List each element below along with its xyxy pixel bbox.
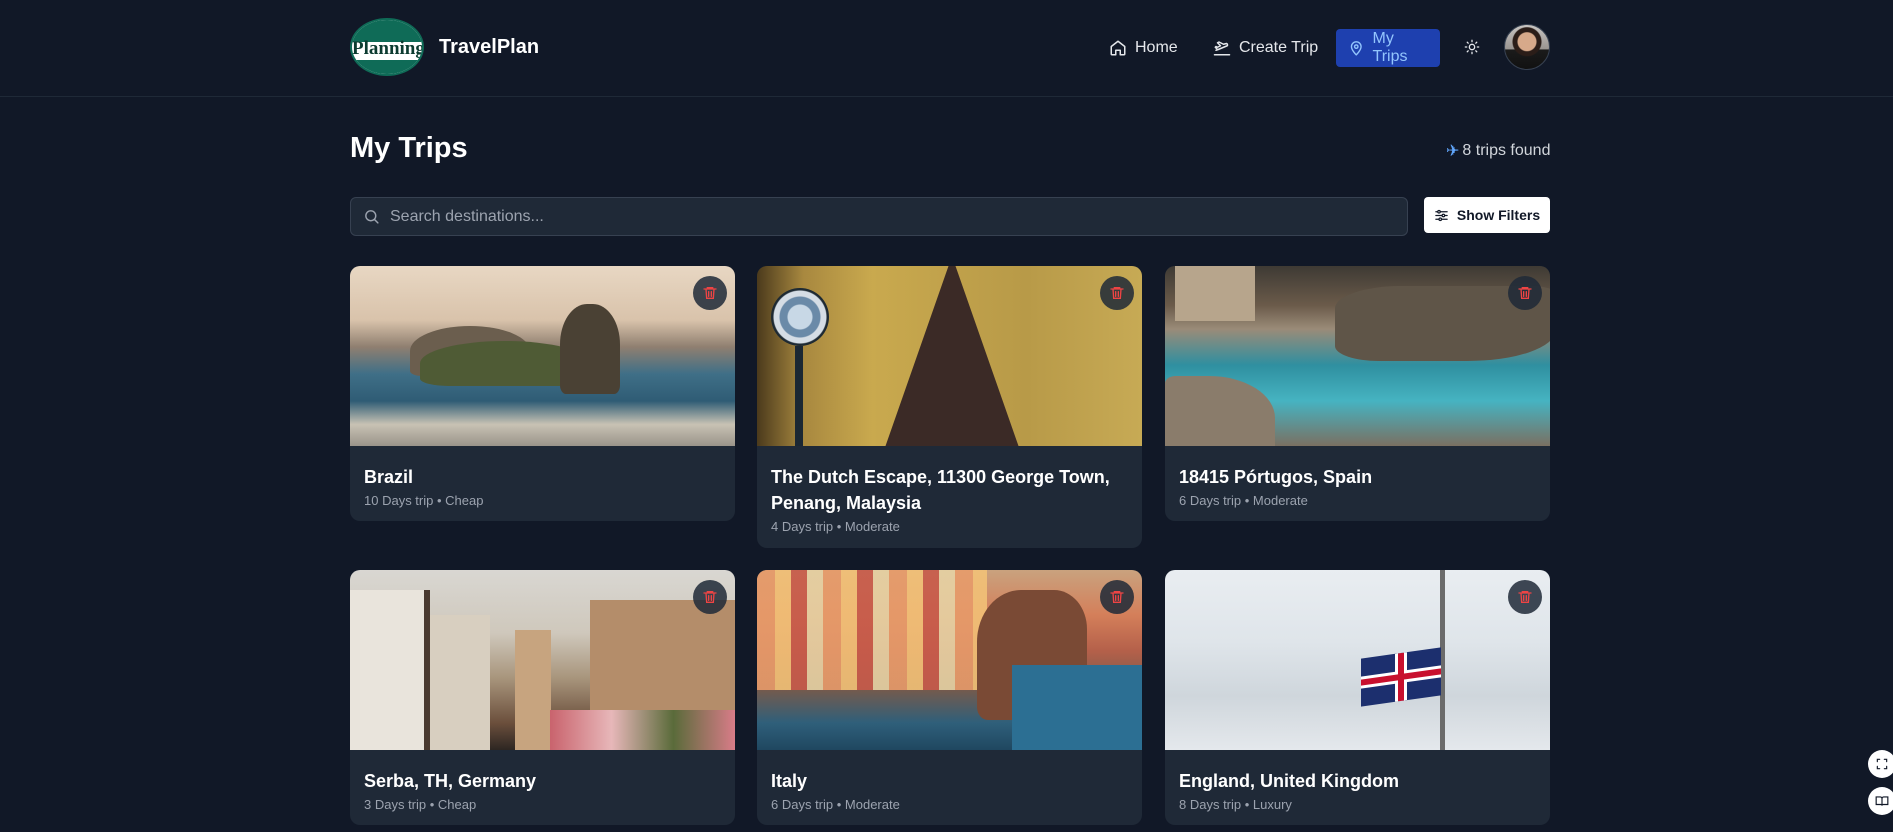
trip-card[interactable]: England, United Kingdom 8 Days trip • Lu… bbox=[1165, 570, 1550, 825]
nav-my-trips[interactable]: My Trips bbox=[1336, 29, 1440, 67]
sun-icon bbox=[1464, 39, 1480, 55]
plane-departure-icon bbox=[1213, 41, 1231, 56]
delete-trip-button[interactable] bbox=[1508, 580, 1542, 614]
trip-photo bbox=[1165, 266, 1550, 446]
planning-logo[interactable]: Planning bbox=[350, 18, 424, 76]
trip-card[interactable]: Italy 6 Days trip • Moderate bbox=[757, 570, 1142, 825]
trip-card[interactable]: Serba, TH, Germany 3 Days trip • Cheap bbox=[350, 570, 735, 825]
trip-meta: 6 Days trip • Moderate bbox=[1179, 493, 1308, 508]
nav-home[interactable]: Home bbox=[1097, 29, 1190, 67]
search-input[interactable] bbox=[390, 207, 1407, 226]
trash-icon bbox=[1110, 287, 1124, 299]
trip-card[interactable]: The Dutch Escape, 11300 George Town, Pen… bbox=[757, 266, 1142, 548]
trip-photo bbox=[350, 266, 735, 446]
nav-create-trip-label: Create Trip bbox=[1239, 39, 1319, 56]
trip-meta: 10 Days trip • Cheap bbox=[364, 493, 484, 508]
trip-name: The Dutch Escape, 11300 George Town, Pen… bbox=[771, 467, 1110, 513]
reader-widget-button[interactable] bbox=[1868, 787, 1893, 815]
search-bar bbox=[350, 197, 1408, 236]
book-icon bbox=[1875, 796, 1889, 806]
trip-count-label: 8 trips found bbox=[1462, 142, 1551, 159]
trash-icon bbox=[1110, 591, 1124, 603]
trip-name: Brazil bbox=[364, 467, 414, 487]
delete-trip-button[interactable] bbox=[1100, 580, 1134, 614]
plane-icon: ✈ bbox=[1446, 143, 1460, 160]
trip-name: Serba, TH, Germany bbox=[364, 771, 537, 791]
trash-icon bbox=[703, 591, 717, 603]
show-filters-button[interactable]: Show Filters bbox=[1424, 197, 1550, 233]
trip-meta: 6 Days trip • Moderate bbox=[771, 797, 900, 812]
user-avatar[interactable] bbox=[1504, 24, 1550, 70]
nav-create-trip[interactable]: Create Trip bbox=[1201, 29, 1330, 67]
extension-widget-button[interactable] bbox=[1868, 750, 1893, 778]
logo-text: Planning bbox=[352, 38, 424, 59]
theme-toggle-button[interactable] bbox=[1460, 35, 1484, 59]
trip-name: 18415 Pórtugos, Spain bbox=[1179, 467, 1373, 487]
page-title: My Trips bbox=[350, 132, 468, 164]
scan-icon bbox=[1876, 758, 1888, 770]
map-pin-icon bbox=[1350, 41, 1362, 56]
delete-trip-button[interactable] bbox=[693, 276, 727, 310]
trash-icon bbox=[703, 287, 717, 299]
trash-icon bbox=[1518, 287, 1532, 299]
delete-trip-button[interactable] bbox=[693, 580, 727, 614]
trip-count: ✈ 8 trips found bbox=[1446, 141, 1550, 161]
brand-name[interactable]: TravelPlan bbox=[439, 36, 539, 59]
delete-trip-button[interactable] bbox=[1508, 276, 1542, 310]
trip-photo bbox=[1165, 570, 1550, 750]
trip-name: England, United Kingdom bbox=[1179, 771, 1399, 791]
trip-name: Italy bbox=[771, 771, 808, 791]
delete-trip-button[interactable] bbox=[1100, 276, 1134, 310]
top-navbar: Planning TravelPlan Home Create Trip My … bbox=[0, 0, 1893, 97]
trip-photo bbox=[757, 570, 1142, 750]
trip-card[interactable]: 18415 Pórtugos, Spain 6 Days trip • Mode… bbox=[1165, 266, 1550, 521]
home-icon bbox=[1110, 40, 1126, 56]
nav-my-trips-label: My Trips bbox=[1372, 30, 1408, 65]
trip-meta: 3 Days trip • Cheap bbox=[364, 797, 477, 812]
trip-meta: 8 Days trip • Luxury bbox=[1179, 797, 1292, 812]
trip-photo bbox=[757, 266, 1142, 446]
sliders-icon bbox=[1435, 209, 1448, 221]
search-icon bbox=[365, 210, 379, 224]
trip-card[interactable]: Brazil 10 Days trip • Cheap bbox=[350, 266, 735, 521]
trip-photo bbox=[350, 570, 735, 750]
trip-meta: 4 Days trip • Moderate bbox=[771, 519, 900, 534]
trash-icon bbox=[1518, 591, 1532, 603]
show-filters-label: Show Filters bbox=[1456, 207, 1541, 223]
nav-home-label: Home bbox=[1135, 39, 1178, 56]
